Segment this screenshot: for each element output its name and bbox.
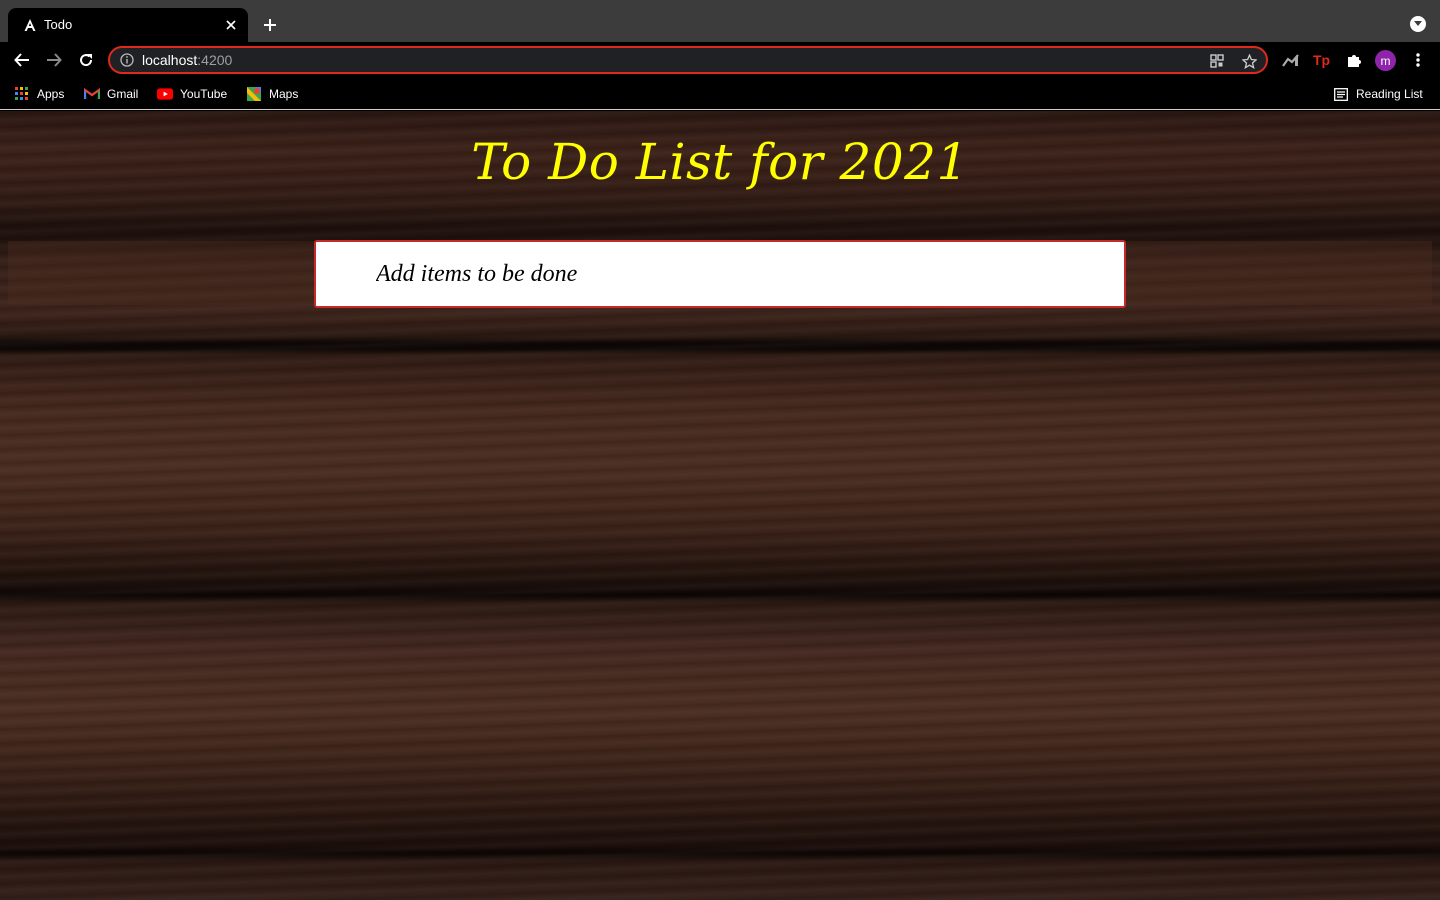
maps-icon: [246, 86, 262, 102]
site-info-icon[interactable]: [120, 53, 134, 67]
new-tab-icon[interactable]: [258, 13, 282, 37]
reading-list-label: Reading List: [1356, 87, 1423, 101]
bookmark-star-icon[interactable]: [1240, 52, 1258, 70]
close-tab-icon[interactable]: [222, 16, 240, 34]
apps-grid-icon: [14, 86, 30, 102]
wood-texture: [0, 111, 1440, 900]
forward-arrow-icon[interactable]: [42, 48, 66, 72]
bookmark-label: YouTube: [180, 87, 228, 101]
tab-search-icon[interactable]: [1410, 16, 1426, 32]
tab-strip: Todo: [0, 0, 1440, 42]
bookmarks-bar: Apps Gmail YouTube Maps Reading List: [0, 78, 1440, 110]
bookmark-youtube[interactable]: YouTube: [157, 85, 227, 103]
tab-title: Todo: [44, 17, 73, 32]
browser-tab[interactable]: Todo: [8, 8, 248, 42]
qr-code-icon[interactable]: [1208, 52, 1226, 70]
url-port: :4200: [197, 52, 233, 68]
gmail-icon: [84, 86, 100, 102]
page-title: To Do List for 2021: [471, 133, 969, 191]
bookmark-apps[interactable]: Apps: [14, 85, 64, 103]
url-text: localhost:4200: [142, 52, 232, 68]
page-content: To Do List for 2021: [0, 111, 1440, 900]
extension-tp-icon[interactable]: Tp: [1312, 50, 1332, 70]
profile-avatar[interactable]: m: [1375, 50, 1396, 71]
todo-input[interactable]: [314, 240, 1126, 308]
bookmark-label: Maps: [269, 87, 299, 101]
back-arrow-icon[interactable]: [10, 48, 34, 72]
reading-list-button[interactable]: Reading List: [1333, 85, 1423, 103]
bookmark-gmail[interactable]: Gmail: [84, 85, 138, 103]
svg-text:Tp: Tp: [1313, 52, 1330, 68]
url-host: localhost: [142, 52, 198, 68]
angular-icon: [22, 17, 38, 33]
extensions-puzzle-icon[interactable]: [1344, 50, 1364, 70]
reading-list-icon: [1333, 86, 1349, 102]
bookmark-maps[interactable]: Maps: [246, 85, 298, 103]
bookmark-label: Apps: [37, 87, 65, 101]
extension-chart-icon[interactable]: [1281, 50, 1301, 70]
youtube-icon: [157, 86, 173, 102]
bookmark-label: Gmail: [107, 87, 139, 101]
address-bar[interactable]: localhost:4200: [108, 46, 1268, 74]
menu-kebab-icon[interactable]: [1408, 50, 1428, 70]
browser-toolbar: localhost:4200 Tp m: [0, 42, 1440, 78]
reload-icon[interactable]: [74, 48, 98, 72]
